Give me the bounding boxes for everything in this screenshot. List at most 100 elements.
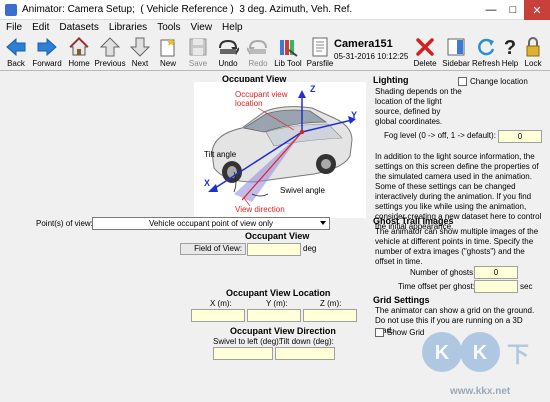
camera-setup-panel: Occupant View Occupant view location Til… [4, 72, 366, 402]
x-label: X (m): [210, 299, 232, 308]
show-grid-checkbox[interactable] [375, 328, 384, 337]
svg-text:下: 下 [507, 343, 529, 368]
camera-dataset-info: Camera151 05-31-2016 10:12:25 [334, 38, 414, 66]
time-offset-unit: sec [520, 282, 533, 291]
menu-view[interactable]: View [191, 22, 213, 33]
redo-button[interactable]: Redo [246, 36, 270, 70]
new-button[interactable]: New [156, 36, 180, 70]
menu-datasets[interactable]: Datasets [59, 22, 98, 33]
next-button[interactable]: Next [128, 36, 152, 70]
menu-edit[interactable]: Edit [32, 22, 49, 33]
parsfile-icon [312, 37, 328, 57]
undo-label: Undo [218, 59, 238, 68]
next-label: Next [131, 59, 149, 68]
undo-button[interactable]: Undo [216, 36, 240, 70]
menu-help[interactable]: Help [222, 22, 243, 33]
num-ghosts-input[interactable]: 0 [474, 266, 518, 279]
lighting-description: Shading depends on the location of the l… [375, 87, 462, 126]
lighting-title: Lighting [373, 75, 409, 85]
point-of-view-dropdown[interactable]: Vehicle occupant point of view only [92, 217, 330, 230]
save-button[interactable]: Save [186, 36, 210, 70]
direction-heading: Occupant View Direction [230, 326, 336, 336]
occupant-view-heading: Occupant View [245, 231, 310, 241]
lock-label: Lock [524, 59, 542, 68]
view-direction-label: View direction [235, 205, 285, 214]
swivel-label: Swivel to left (deg): [213, 337, 282, 346]
home-label: Home [68, 59, 90, 68]
undo-icon [219, 39, 239, 55]
help-button[interactable]: ? Help [500, 36, 520, 70]
swivel-angle-label: Swivel angle [280, 186, 325, 195]
field-of-view-input[interactable] [247, 243, 301, 256]
z-label: Z (m): [320, 299, 342, 308]
app-icon [5, 3, 17, 16]
lib-tool-button[interactable]: Lib Tool [274, 36, 302, 70]
redo-icon [247, 39, 267, 55]
new-icon [160, 38, 175, 57]
new-label: New [159, 59, 176, 68]
x-axis-label: X [204, 178, 211, 188]
previous-label: Previous [94, 59, 126, 68]
toolbar: Back Forward Home Previous Next New Save… [0, 35, 550, 71]
occupant-view-illustration: Occupant view location Tilt angle Swivel… [194, 82, 366, 218]
z-input[interactable] [303, 309, 357, 322]
y-input[interactable] [247, 309, 301, 322]
watermark-url: www.kkx.net [450, 386, 511, 397]
tilt-label: Tilt down (deg): [279, 337, 334, 346]
menu-file[interactable]: File [6, 22, 22, 33]
parsfile-button[interactable]: Parsfile [306, 36, 334, 70]
change-location-checkbox[interactable] [458, 77, 467, 86]
tilt-input[interactable] [275, 347, 335, 360]
sidebar-label: Sidebar [442, 59, 470, 68]
y-axis-label: Y [351, 110, 358, 120]
point-of-view-label: Point(s) of view: [36, 219, 93, 228]
home-button[interactable]: Home [67, 36, 91, 70]
swivel-input[interactable] [213, 347, 273, 360]
home-icon [69, 36, 89, 56]
grid-settings-title: Grid Settings [373, 295, 430, 305]
watermark-logo-icon: K K 下 [422, 332, 529, 372]
sidebar-icon [447, 38, 465, 56]
field-of-view-label: Field of View: [180, 243, 246, 255]
show-grid-label: Show Grid [387, 328, 425, 337]
time-offset-input[interactable] [474, 280, 518, 293]
lock-icon [526, 37, 540, 57]
forward-arrow-icon [37, 37, 57, 57]
help-label: Help [501, 59, 519, 68]
svg-text:K: K [435, 342, 450, 364]
field-of-view-unit: deg [303, 244, 317, 253]
menu-bar: File Edit Datasets Libraries Tools View … [0, 20, 550, 35]
lib-tool-label: Lib Tool [274, 59, 302, 68]
delete-label: Delete [413, 59, 437, 68]
window-controls: — □ ✕ [480, 0, 550, 20]
save-label: Save [188, 59, 208, 68]
refresh-button[interactable]: Refresh [471, 36, 501, 70]
menu-tools[interactable]: Tools [157, 22, 180, 33]
back-label: Back [7, 59, 25, 68]
ghost-trail-title: Ghost Trail Images [373, 216, 454, 226]
title-bar: Animator: Camera Setup; ( Vehicle Refere… [0, 0, 550, 20]
dropdown-arrow-icon [320, 221, 326, 225]
window-title: Animator: Camera Setup; ( Vehicle Refere… [22, 4, 353, 15]
svg-text:?: ? [504, 37, 516, 58]
lock-button[interactable]: Lock [522, 36, 544, 70]
minimize-button[interactable]: — [480, 0, 502, 20]
back-button[interactable]: Back [4, 36, 28, 70]
previous-button[interactable]: Previous [94, 36, 126, 70]
menu-libraries[interactable]: Libraries [109, 22, 147, 33]
fog-level-input[interactable]: 0 [498, 130, 542, 143]
camera-name: Camera151 [334, 38, 393, 50]
close-button[interactable]: ✕ [524, 0, 550, 20]
occupant-location-label: Occupant view location [235, 90, 288, 108]
delete-button[interactable]: Delete [412, 36, 438, 70]
down-arrow-icon [129, 37, 151, 57]
lib-tool-icon [280, 40, 298, 57]
maximize-button[interactable]: □ [502, 0, 524, 20]
sidebar-button[interactable]: Sidebar [442, 36, 470, 70]
dataset-timestamp: 05-31-2016 10:12:25 [334, 52, 409, 61]
refresh-icon [478, 38, 495, 56]
ghost-trail-description: The animator can show multiple images of… [375, 227, 539, 266]
forward-button[interactable]: Forward [32, 36, 62, 70]
x-input[interactable] [191, 309, 245, 322]
up-arrow-icon [99, 37, 121, 57]
